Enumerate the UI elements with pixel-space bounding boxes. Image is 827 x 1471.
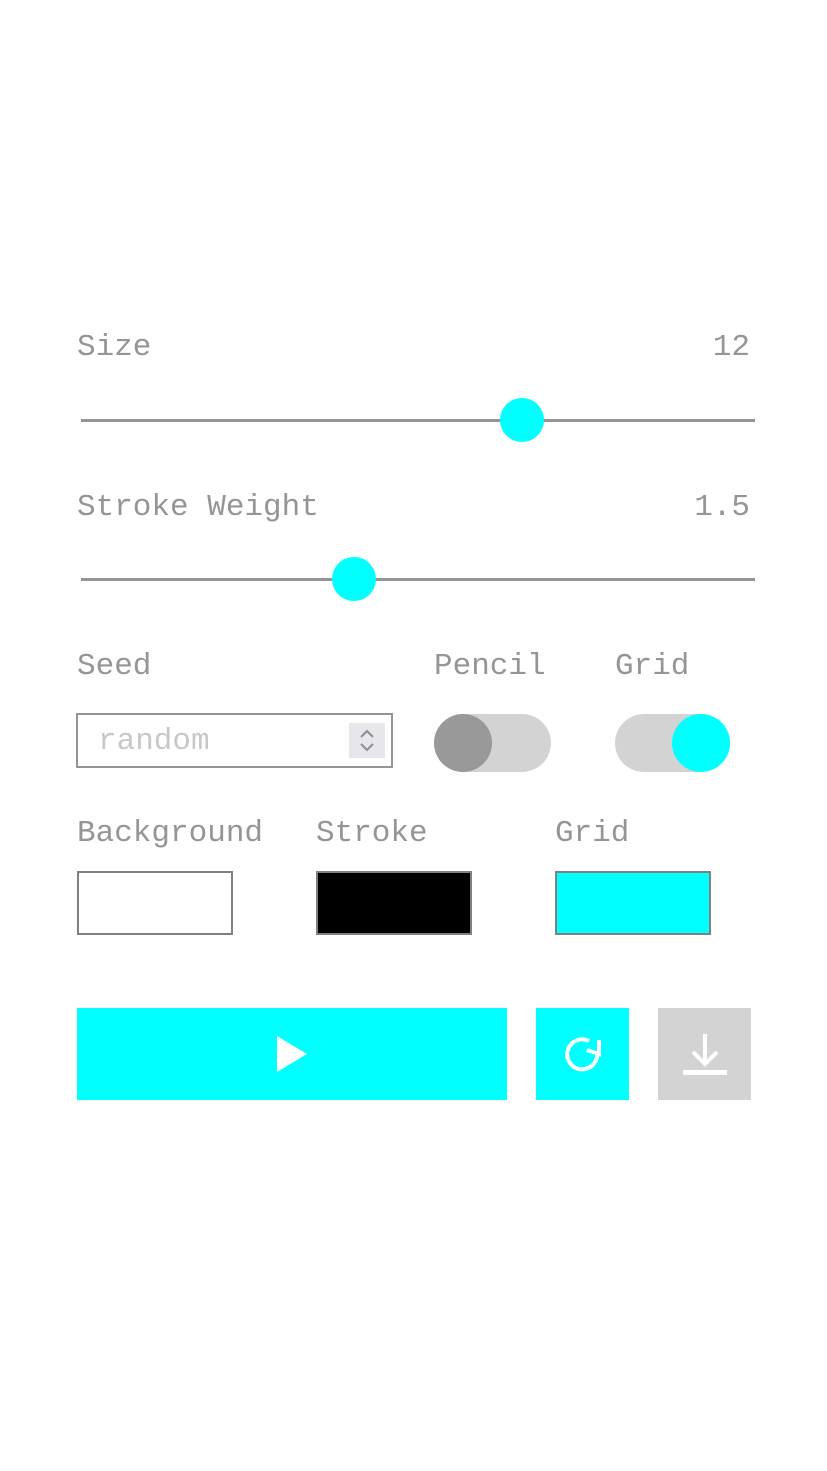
download-button[interactable] xyxy=(658,1008,751,1100)
stroke-weight-label: Stroke Weight xyxy=(77,490,319,525)
stroke-weight-slider-thumb[interactable] xyxy=(331,557,376,601)
grid-toggle[interactable] xyxy=(615,714,730,772)
stroke-weight-slider[interactable] xyxy=(81,557,755,601)
stroke-weight-value: 1.5 xyxy=(694,490,750,525)
pencil-label: Pencil xyxy=(434,649,546,684)
download-icon xyxy=(682,1034,727,1075)
grid-color-label: Grid xyxy=(555,816,630,851)
size-value: 12 xyxy=(712,330,750,365)
play-icon xyxy=(277,1036,307,1072)
chevron-up-down-icon xyxy=(360,729,374,752)
pencil-toggle[interactable] xyxy=(434,714,551,772)
size-slider-thumb[interactable] xyxy=(500,398,545,442)
seed-input[interactable] xyxy=(96,723,350,760)
seed-label: Seed xyxy=(77,649,152,684)
seed-stepper[interactable] xyxy=(349,723,385,758)
pencil-toggle-knob xyxy=(434,714,492,772)
grid-toggle-knob xyxy=(672,714,730,772)
background-color-label: Background xyxy=(77,816,264,851)
size-label: Size xyxy=(77,330,152,365)
stroke-color-label: Stroke xyxy=(316,816,428,851)
grid-toggle-label: Grid xyxy=(615,649,690,684)
refresh-icon xyxy=(564,1037,601,1072)
regenerate-button[interactable] xyxy=(536,1008,629,1100)
size-slider[interactable] xyxy=(81,398,755,442)
grid-color-swatch[interactable] xyxy=(555,871,711,935)
seed-field[interactable] xyxy=(76,713,393,768)
stroke-color-swatch[interactable] xyxy=(316,871,472,935)
background-color-swatch[interactable] xyxy=(77,871,233,935)
play-button[interactable] xyxy=(77,1008,507,1100)
